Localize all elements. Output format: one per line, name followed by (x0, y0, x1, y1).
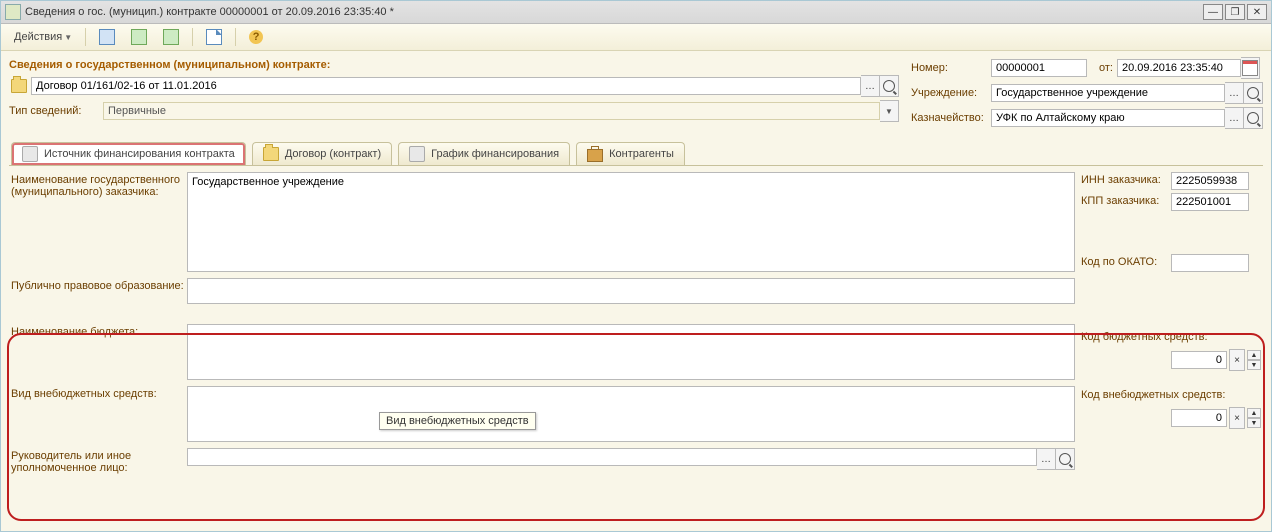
window: Сведения о гос. (муницип.) контракте 000… (0, 0, 1272, 532)
contract-ref-lookup-button[interactable]: … (861, 75, 880, 97)
from-label: от: (1087, 62, 1117, 74)
okato-label: Код по ОКАТО: (1081, 256, 1171, 268)
close-button[interactable]: ✕ (1247, 4, 1267, 20)
contract-ref-input[interactable] (31, 77, 861, 95)
auth-person-search-button[interactable] (1056, 448, 1075, 470)
actions-label: Действия (14, 31, 62, 43)
search-icon (1247, 112, 1259, 124)
offbudget-code-clear-button[interactable]: × (1229, 407, 1245, 429)
folder-icon (11, 79, 27, 93)
tab-pane: Наименование государственного (муниципал… (9, 165, 1263, 482)
tab-label: Контрагенты (609, 148, 674, 160)
toolbar-help-button[interactable]: ? (242, 26, 270, 48)
toolbar-report-button[interactable] (199, 26, 229, 48)
help-icon: ? (249, 30, 263, 44)
search-icon (1247, 87, 1259, 99)
number-label: Номер: (911, 62, 991, 74)
tab-label: График финансирования (431, 148, 559, 160)
content: Сведения о государственном (муниципально… (1, 51, 1271, 482)
tab-counterparties[interactable]: Контрагенты (576, 142, 685, 165)
section-title: Сведения о государственном (муниципально… (9, 59, 899, 71)
briefcase-icon (587, 149, 603, 162)
number-input[interactable] (991, 59, 1087, 77)
refresh-icon (131, 29, 147, 45)
window-title: Сведения о гос. (муницип.) контракте 000… (25, 6, 394, 18)
tab-contract[interactable]: Договор (контракт) (252, 142, 392, 165)
calendar-icon (1242, 60, 1258, 76)
report-icon (206, 29, 222, 45)
search-icon (1059, 453, 1071, 465)
contract-ref-search-button[interactable] (880, 75, 899, 97)
treasury-search-button[interactable] (1244, 107, 1263, 129)
org-lookup-button[interactable]: … (1225, 82, 1244, 104)
budget-name-input[interactable] (187, 324, 1075, 380)
kpp-input[interactable] (1171, 193, 1249, 211)
auth-person-input[interactable] (187, 448, 1037, 466)
org-search-button[interactable] (1244, 82, 1263, 104)
toolbar-save-button[interactable] (92, 26, 122, 48)
org-label: Учреждение: (911, 87, 991, 99)
tab-icon (409, 146, 425, 162)
toolbar-refresh-button[interactable] (124, 26, 154, 48)
budget-code-spinner[interactable]: ▲▼ (1247, 350, 1261, 370)
tab-bar: Источник финансирования контракта Догово… (9, 142, 1263, 165)
org-input[interactable] (991, 84, 1225, 102)
app-icon (5, 4, 21, 20)
customer-name-input[interactable] (187, 172, 1075, 272)
tab-financing-source[interactable]: Источник финансирования контракта (11, 142, 246, 165)
budget-code-clear-button[interactable]: × (1229, 349, 1245, 371)
tab-label: Договор (контракт) (285, 148, 381, 160)
kpp-label: КПП заказчика: (1081, 195, 1171, 207)
toolbar: Действия▼ ? (1, 24, 1271, 51)
folder-icon (263, 147, 279, 161)
treasury-lookup-button[interactable]: … (1225, 107, 1244, 129)
type-dropdown-button[interactable]: ▼ (880, 100, 899, 122)
offbudget-type-label: Вид внебюджетных средств: (11, 386, 187, 400)
go-icon (163, 29, 179, 45)
okato-input[interactable] (1171, 254, 1249, 272)
actions-menu[interactable]: Действия▼ (7, 26, 79, 48)
date-picker-button[interactable] (1241, 57, 1260, 79)
offbudget-code-spinner[interactable]: ▲▼ (1247, 408, 1261, 428)
offbudget-code-label: Код внебюджетных средств: (1081, 389, 1261, 401)
customer-name-label: Наименование государственного (муниципал… (11, 172, 187, 198)
titlebar: Сведения о гос. (муницип.) контракте 000… (1, 1, 1271, 24)
budget-code-input[interactable] (1171, 351, 1227, 369)
minimize-button[interactable]: — (1203, 4, 1223, 20)
offbudget-code-input[interactable] (1171, 409, 1227, 427)
restore-button[interactable]: ❐ (1225, 4, 1245, 20)
offbudget-type-input[interactable] (187, 386, 1075, 442)
inn-input[interactable] (1171, 172, 1249, 190)
toolbar-go-button[interactable] (156, 26, 186, 48)
inn-label: ИНН заказчика: (1081, 174, 1171, 186)
type-select[interactable] (103, 102, 880, 120)
public-entity-label: Публично правовое образование: (11, 278, 187, 292)
treasury-input[interactable] (991, 109, 1225, 127)
save-icon (99, 29, 115, 45)
tab-label: Источник финансирования контракта (44, 148, 235, 160)
budget-code-label: Код бюджетных средств: (1081, 331, 1261, 343)
auth-person-label: Руководитель или иное уполномоченное лиц… (11, 448, 187, 474)
budget-name-label: Наименование бюджета: (11, 324, 187, 338)
tab-schedule[interactable]: График финансирования (398, 142, 570, 165)
type-label: Тип сведений: (9, 105, 103, 117)
public-entity-input[interactable] (187, 278, 1075, 304)
auth-person-lookup-button[interactable]: … (1037, 448, 1056, 470)
tooltip: Вид внебюджетных средств (379, 412, 536, 430)
tab-icon (22, 146, 38, 162)
date-input[interactable] (1117, 59, 1241, 77)
search-icon (883, 80, 895, 92)
treasury-label: Казначейство: (911, 112, 991, 124)
